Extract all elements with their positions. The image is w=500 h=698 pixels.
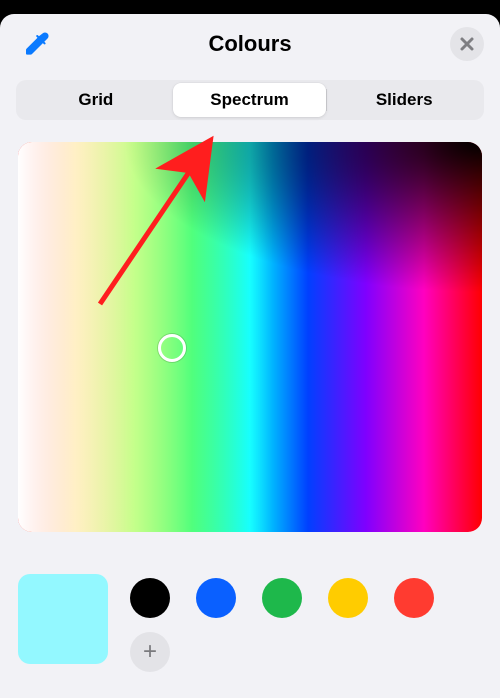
tab-label: Sliders [376,90,433,110]
add-swatch-row: + [130,632,482,672]
swatch-column: + [130,574,482,672]
preset-swatch[interactable] [262,578,302,618]
color-picker-panel: Colours Grid Spectrum Sliders [0,14,500,698]
tab-spectrum[interactable]: Spectrum [173,83,327,117]
add-swatch-button[interactable]: + [130,632,170,672]
preset-swatch[interactable] [196,578,236,618]
eyedropper-icon [22,30,50,58]
swatch-footer: + [18,558,482,698]
tab-label: Grid [78,90,113,110]
preset-swatch[interactable] [328,578,368,618]
view-mode-segmented: Grid Spectrum Sliders [16,80,484,120]
eyedropper-button[interactable] [16,24,56,64]
preset-swatch[interactable] [394,578,434,618]
panel-title: Colours [208,31,291,57]
preset-swatch[interactable] [130,578,170,618]
close-button[interactable] [450,27,484,61]
tab-grid[interactable]: Grid [19,83,173,117]
spectrum-canvas[interactable] [18,142,482,532]
panel-header: Colours [0,14,500,74]
spectrum-reticle[interactable] [158,334,186,362]
tab-sliders[interactable]: Sliders [327,83,481,117]
current-color-swatch[interactable] [18,574,108,664]
preset-swatch-row [130,578,482,618]
close-icon [459,36,475,52]
plus-icon: + [143,638,157,666]
tab-label: Spectrum [210,90,288,110]
